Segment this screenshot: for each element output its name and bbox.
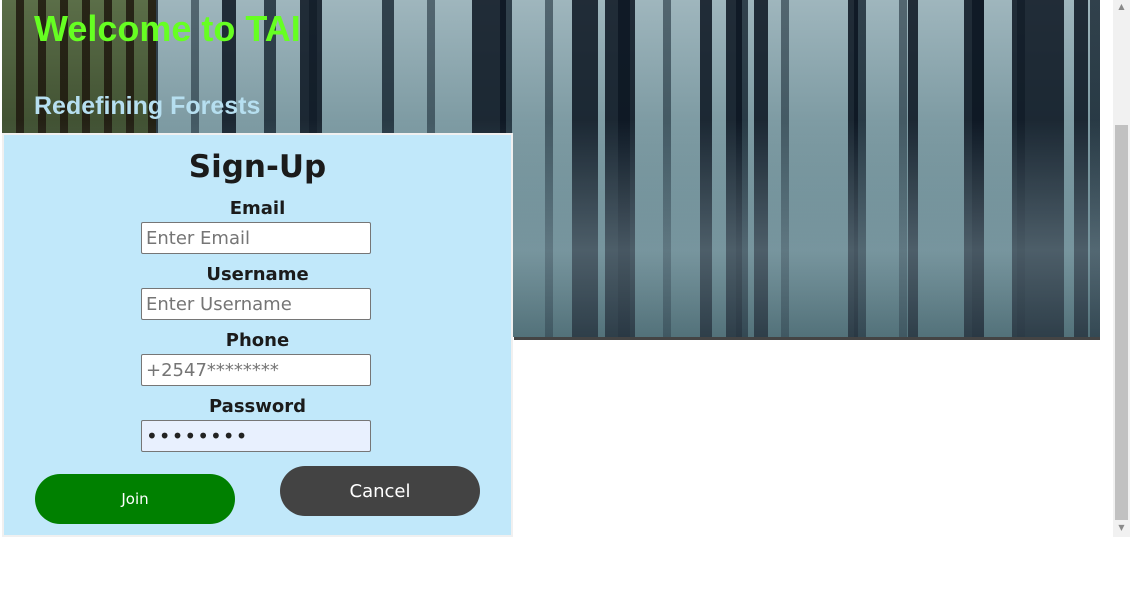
- chevron-up-icon[interactable]: ▲: [1113, 0, 1130, 14]
- banner-divider: [514, 337, 1100, 340]
- username-label: Username: [206, 264, 309, 285]
- password-label: Password: [208, 396, 307, 417]
- email-label: Email: [229, 198, 286, 219]
- cancel-button[interactable]: Cancel: [280, 466, 480, 516]
- password-field[interactable]: [141, 420, 371, 452]
- chevron-down-icon[interactable]: ▼: [1113, 521, 1130, 535]
- tagline-heading: Redefining Forests: [34, 92, 261, 120]
- signup-form: Sign-Up Email Username Phone Password Jo…: [2, 133, 513, 537]
- welcome-heading: Welcome to TAI: [34, 8, 301, 49]
- scrollbar-thumb[interactable]: [1115, 125, 1128, 520]
- join-button[interactable]: Join: [35, 474, 235, 524]
- phone-label: Phone: [225, 330, 290, 351]
- form-title: Sign-Up: [188, 149, 327, 185]
- username-field[interactable]: [141, 288, 371, 320]
- vertical-scrollbar[interactable]: ▲ ▼: [1113, 0, 1130, 537]
- email-field[interactable]: [141, 222, 371, 254]
- phone-field[interactable]: [141, 354, 371, 386]
